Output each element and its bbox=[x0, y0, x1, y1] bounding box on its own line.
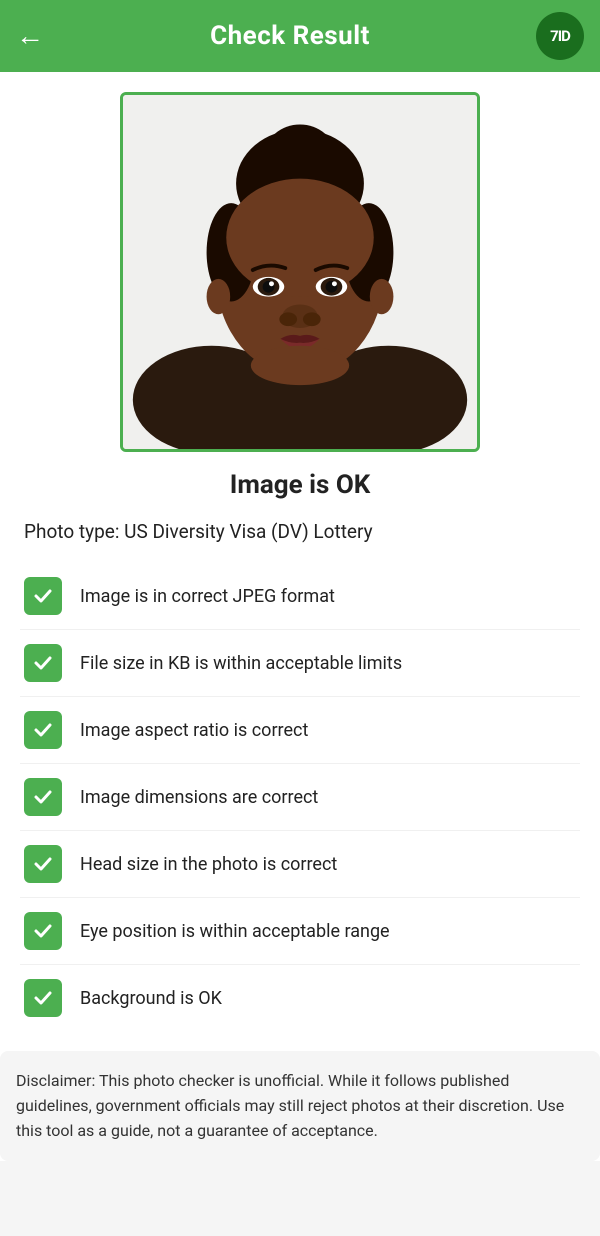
list-item: File size in KB is within acceptable lim… bbox=[20, 630, 580, 697]
check-label-4: Image dimensions are correct bbox=[80, 787, 318, 808]
check-icon-3 bbox=[24, 711, 62, 749]
checklist: Image is in correct JPEG format File siz… bbox=[20, 563, 580, 1031]
check-icon-7 bbox=[24, 979, 62, 1017]
list-item: Image aspect ratio is correct bbox=[20, 697, 580, 764]
check-icon-6 bbox=[24, 912, 62, 950]
check-icon-2 bbox=[24, 644, 62, 682]
check-label-5: Head size in the photo is correct bbox=[80, 854, 337, 875]
list-item: Image is in correct JPEG format bbox=[20, 563, 580, 630]
passport-photo bbox=[123, 95, 477, 449]
image-status: Image is OK bbox=[20, 470, 580, 500]
list-item: Background is OK bbox=[20, 965, 580, 1031]
check-icon-1 bbox=[24, 577, 62, 615]
disclaimer-box: Disclaimer: This photo checker is unoffi… bbox=[0, 1051, 600, 1161]
app-logo: 7ID bbox=[536, 12, 584, 60]
back-button[interactable]: ← bbox=[16, 22, 44, 50]
list-item: Eye position is within acceptable range bbox=[20, 898, 580, 965]
check-label-1: Image is in correct JPEG format bbox=[80, 586, 335, 607]
check-icon-5 bbox=[24, 845, 62, 883]
disclaimer-text: Disclaimer: This photo checker is unoffi… bbox=[16, 1071, 564, 1140]
check-label-2: File size in KB is within acceptable lim… bbox=[80, 653, 402, 674]
photo-frame bbox=[120, 92, 480, 452]
list-item: Head size in the photo is correct bbox=[20, 831, 580, 898]
app-header: ← Check Result 7ID bbox=[0, 0, 600, 72]
page-title: Check Result bbox=[44, 21, 536, 51]
check-label-7: Background is OK bbox=[80, 988, 222, 1009]
photo-type-label: Photo type: US Diversity Visa (DV) Lotte… bbox=[20, 520, 580, 543]
list-item: Image dimensions are correct bbox=[20, 764, 580, 831]
photo-container bbox=[20, 92, 580, 452]
check-label-3: Image aspect ratio is correct bbox=[80, 720, 308, 741]
check-icon-4 bbox=[24, 778, 62, 816]
check-label-6: Eye position is within acceptable range bbox=[80, 921, 390, 942]
main-content: Image is OK Photo type: US Diversity Vis… bbox=[0, 72, 600, 1161]
